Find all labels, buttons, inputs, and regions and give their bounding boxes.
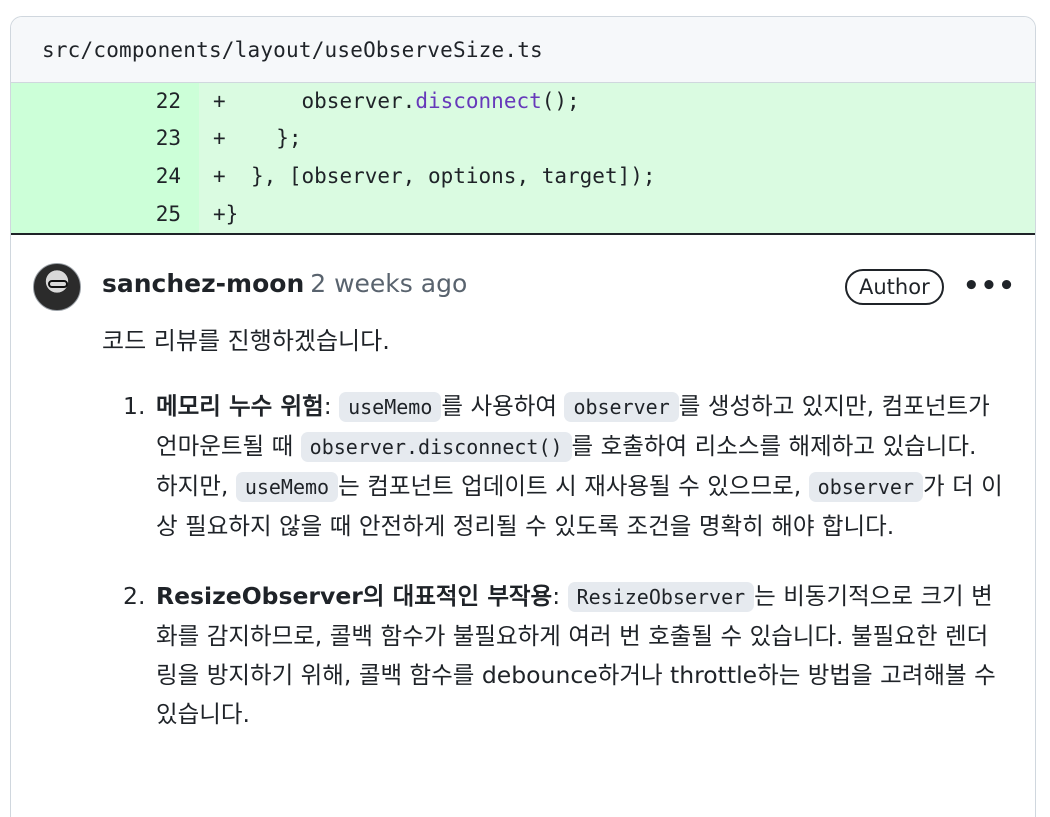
inline-code: observer <box>564 392 679 422</box>
file-header: src/components/layout/useObserveSize.ts <box>11 17 1035 83</box>
diff-prefix: + <box>213 202 226 226</box>
review-list: 1. 메모리 누수 위험: useMemo 를 사용하여 observer 를 생성하… <box>123 387 1003 765</box>
list-number: 2. <box>123 582 146 610</box>
code-text: }, [observer, options, target]); <box>225 164 656 188</box>
list-term: 메모리 누수 위험 <box>156 392 324 420</box>
diff-line: 23 + }; <box>11 119 1035 157</box>
code-text: observer. <box>225 89 416 113</box>
comment-header: sanchez-moon 2 weeks ago <box>102 269 467 298</box>
inline-code: useMemo <box>339 392 442 422</box>
list-term: ResizeObserver의 대표적인 부작용 <box>156 582 553 610</box>
inline-code: observer <box>808 472 923 502</box>
inline-code: ResizeObserver <box>567 582 755 612</box>
inline-code: observer.disconnect() <box>300 432 572 462</box>
code-text: (); <box>541 89 580 113</box>
comment-timestamp[interactable]: 2 weeks ago <box>310 269 467 298</box>
diff-prefix: + <box>213 164 226 188</box>
comment-intro: 코드 리뷰를 진행하겠습니다. <box>102 327 390 355</box>
code-text: } <box>225 202 239 226</box>
list-text: 를 사용하여 <box>441 392 565 420</box>
diff-hunk: 22 + observer. disconnect (); 23 + }; 24 +… <box>11 83 1035 235</box>
diff-line: 24 + }, [observer, options, target]); <box>11 157 1035 195</box>
diff-line: 22 + observer. disconnect (); <box>11 83 1035 119</box>
inline-code: useMemo <box>235 472 339 502</box>
code-line: + }; <box>199 119 1035 157</box>
code-text: }; <box>225 126 302 150</box>
line-number[interactable]: 25 <box>11 195 199 233</box>
diff-comment-panel: src/components/layout/useObserveSize.ts … <box>10 16 1036 817</box>
code-line: + } <box>199 195 1035 233</box>
line-number[interactable]: 24 <box>11 157 199 195</box>
line-number[interactable]: 22 <box>11 83 199 119</box>
code-function: disconnect <box>415 89 542 113</box>
list-item: 1. 메모리 누수 위험: useMemo 를 사용하여 observer 를 생성하… <box>123 387 1003 546</box>
list-text: : <box>323 392 340 420</box>
list-item: 2. ResizeObserver의 대표적인 부작용: ResizeObserv… <box>123 577 1003 734</box>
list-number: 1. <box>123 392 146 420</box>
file-path[interactable]: src/components/layout/useObserveSize.ts <box>42 38 543 62</box>
diff-line: 25 + } <box>11 195 1035 233</box>
list-text: : <box>552 582 568 610</box>
author-badge: Author <box>845 269 944 305</box>
list-text: 는 컴포넌트 업데이트 시 재사용될 수 있으므로, <box>338 472 809 500</box>
code-line: + observer. disconnect (); <box>199 83 1035 119</box>
avatar[interactable] <box>33 263 81 311</box>
diff-prefix: + <box>213 126 226 150</box>
code-line: + }, [observer, options, target]); <box>199 157 1035 195</box>
diff-prefix: + <box>213 89 226 113</box>
line-number[interactable]: 23 <box>11 119 199 157</box>
more-options-icon[interactable]: ••• <box>963 273 1016 299</box>
author-name[interactable]: sanchez-moon <box>102 269 304 298</box>
